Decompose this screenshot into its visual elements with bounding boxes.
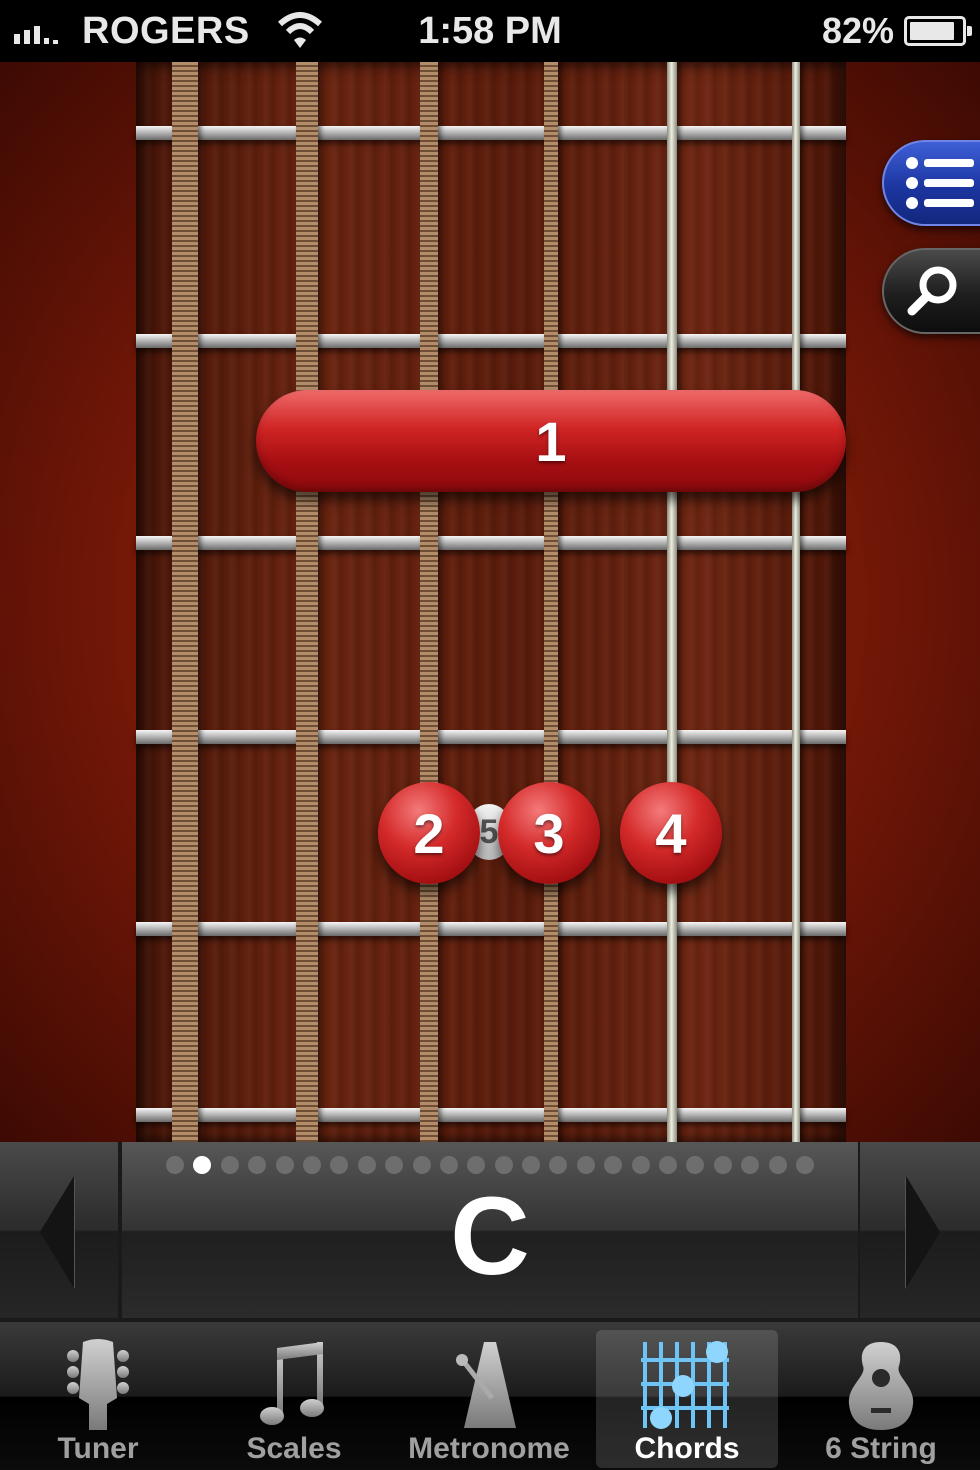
page-indicator	[122, 1156, 858, 1174]
battery-percentage: 82%	[821, 10, 894, 51]
string-a	[296, 62, 318, 1142]
page-dot	[631, 1156, 650, 1174]
chord-name: C	[450, 1175, 530, 1298]
fret	[136, 1108, 846, 1122]
finger-dot: 4	[620, 782, 722, 884]
tab-chords[interactable]: Chords	[596, 1330, 778, 1468]
page-dot	[741, 1156, 760, 1174]
page-dot	[686, 1156, 705, 1174]
arrow-left-icon	[40, 1176, 74, 1288]
finger-dot: 2	[378, 782, 480, 884]
page-dot	[576, 1156, 595, 1174]
tab-label: Scales	[246, 1432, 342, 1465]
fret	[136, 536, 846, 550]
tab-label: Chords	[634, 1432, 740, 1465]
page-dot	[713, 1156, 732, 1174]
string-g	[544, 62, 558, 1142]
previous-chord-button[interactable]	[0, 1142, 118, 1318]
page-dot	[439, 1156, 458, 1174]
page-dot	[193, 1156, 212, 1174]
music-note-icon	[259, 1322, 329, 1430]
arrow-right-icon	[906, 1176, 940, 1288]
fret	[136, 126, 846, 140]
status-bar: ROGERS 1:58 PM 82%	[0, 0, 980, 62]
tab-tuner[interactable]: Tuner	[28, 1322, 168, 1470]
tab-scales[interactable]: Scales	[226, 1322, 362, 1470]
list-icon	[906, 157, 974, 209]
chord-list-button[interactable]	[882, 140, 980, 226]
finger-dot: 3	[498, 782, 600, 884]
metronome-icon	[454, 1322, 524, 1430]
page-dot	[467, 1156, 486, 1174]
chord-selector: C	[0, 1142, 980, 1322]
page-dot	[522, 1156, 541, 1174]
battery-icon	[904, 16, 972, 46]
string-low-e	[172, 62, 198, 1142]
guitar-headstock-icon	[63, 1322, 133, 1430]
page-dot	[768, 1156, 787, 1174]
page-dot	[357, 1156, 376, 1174]
page-dot	[166, 1156, 184, 1174]
page-dot	[330, 1156, 349, 1174]
chord-search-button[interactable]	[882, 248, 980, 334]
tab-label: Metronome	[408, 1432, 570, 1465]
tab-6-string[interactable]: 6 String	[810, 1322, 952, 1470]
page-dot	[275, 1156, 294, 1174]
page-dot	[549, 1156, 568, 1174]
barre-finger-1: 1	[256, 390, 846, 492]
chord-diagram-area: 1 5 2 3 4	[0, 62, 980, 1142]
page-dot	[659, 1156, 678, 1174]
tab-label: Tuner	[57, 1432, 139, 1465]
search-icon	[907, 266, 957, 316]
fret	[136, 922, 846, 936]
tab-bar: Tuner Scales Metronome Chords 6 String	[0, 1322, 980, 1470]
string-d	[420, 62, 438, 1142]
fret	[136, 334, 846, 348]
page-dot	[494, 1156, 513, 1174]
chord-grid-icon	[637, 1330, 737, 1430]
page-dot	[385, 1156, 404, 1174]
page-dot	[220, 1156, 239, 1174]
tab-metronome[interactable]: Metronome	[400, 1322, 578, 1470]
tab-label: 6 String	[825, 1432, 937, 1465]
page-dot	[302, 1156, 321, 1174]
fretboard	[136, 62, 846, 1142]
chord-name-panel[interactable]: C	[122, 1142, 858, 1318]
page-dot	[604, 1156, 623, 1174]
string-b	[667, 62, 677, 1142]
string-high-e	[792, 62, 800, 1142]
guitar-body-icon	[845, 1322, 917, 1430]
page-dot	[248, 1156, 267, 1174]
page-dot	[412, 1156, 431, 1174]
next-chord-button[interactable]	[860, 1142, 980, 1318]
fret	[136, 730, 846, 744]
page-dot	[795, 1156, 814, 1174]
